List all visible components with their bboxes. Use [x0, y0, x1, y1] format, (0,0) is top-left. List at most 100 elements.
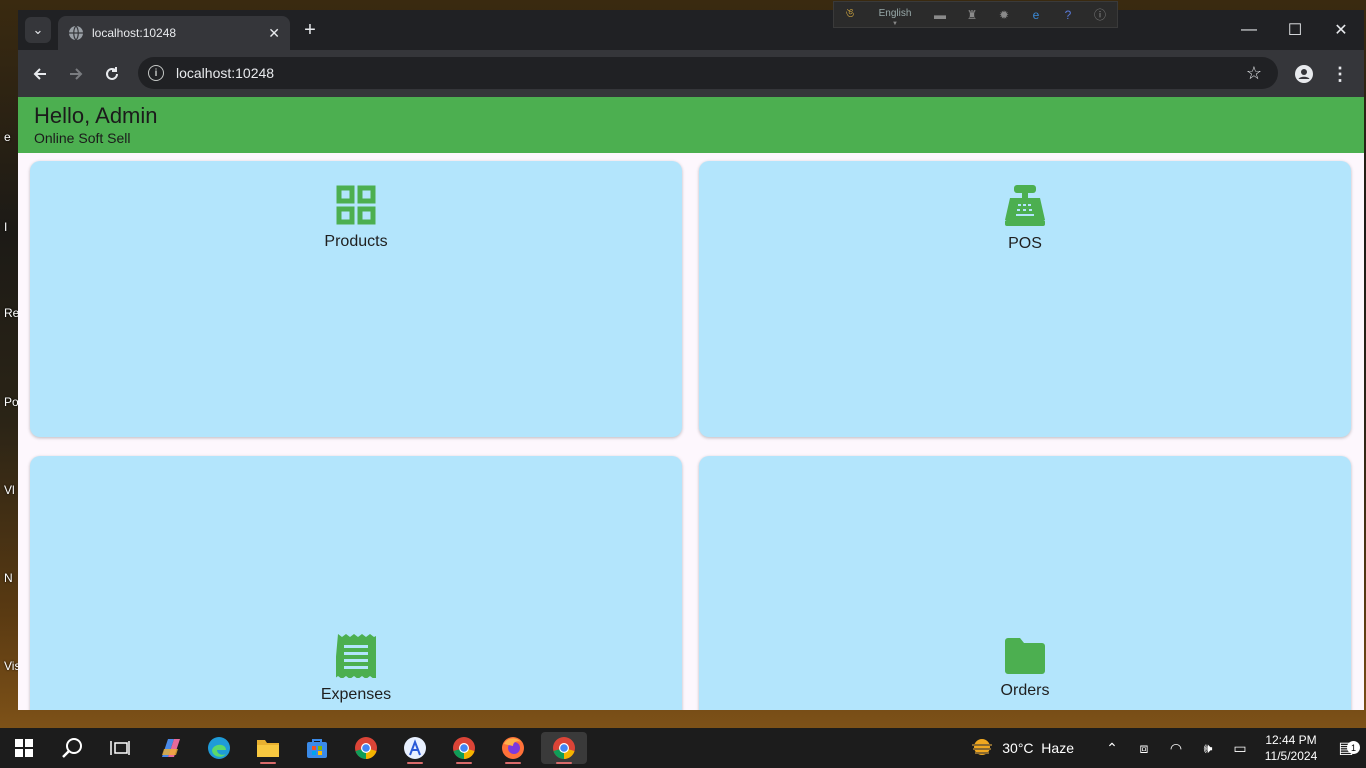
meet-now-icon[interactable]: ⧈ [1128, 740, 1160, 757]
globe-icon [68, 25, 84, 41]
ime-logo-icon[interactable]: ঙ [834, 5, 866, 25]
chrome-button[interactable] [444, 732, 484, 764]
close-icon: ✕ [1334, 22, 1348, 39]
minimize-button[interactable]: — [1226, 10, 1272, 50]
address-url: localhost:10248 [176, 65, 275, 81]
copilot-icon [162, 739, 180, 757]
greeting-title: Hello, Admin [34, 103, 158, 128]
close-window-button[interactable]: ✕ [1318, 10, 1364, 50]
firefox-icon [502, 737, 524, 759]
clock-date: 11/5/2024 [1264, 749, 1318, 763]
browser-tab[interactable]: localhost:10248 ✕ [58, 16, 290, 50]
desktop-icon-label[interactable]: N [4, 571, 13, 585]
windows-icon [15, 739, 33, 757]
wifi-icon[interactable]: ◠ [1160, 740, 1192, 757]
folder-icon [1005, 638, 1045, 674]
settings-icon[interactable]: ✹ [988, 8, 1020, 22]
expenses-card[interactable]: Expenses [30, 456, 682, 710]
kebab-menu-icon: ⋮ [1331, 63, 1349, 84]
reload-icon [106, 67, 118, 80]
card-label: Orders [1000, 682, 1050, 699]
minimize-icon: — [1241, 21, 1257, 38]
desktop-icon-label[interactable]: I [4, 220, 7, 234]
desktop-icon-label[interactable]: e [4, 130, 11, 144]
new-tab-button[interactable]: + [298, 18, 322, 42]
search-button[interactable] [52, 732, 92, 764]
grid-icon [336, 185, 376, 225]
desktop-icon-label[interactable]: Po [4, 395, 19, 409]
task-view-icon [110, 741, 130, 755]
copilot-button[interactable] [150, 732, 190, 764]
tab-search-button[interactable]: ⌄ [25, 17, 51, 43]
clock[interactable]: 12:44 PM 11/5/2024 [1256, 732, 1326, 764]
running-indicator [556, 762, 572, 764]
battery-icon[interactable]: ▭ [1224, 740, 1256, 757]
profile-icon [1295, 65, 1313, 83]
volume-icon[interactable]: 🕪 [1192, 740, 1224, 757]
forward-button[interactable] [62, 60, 90, 88]
profile-button[interactable] [1290, 60, 1318, 88]
tab-strip: ⌄ localhost:10248 ✕ + — ☐ ✕ [18, 10, 1364, 50]
weather-widget[interactable]: 30°C Haze [970, 737, 1074, 759]
ie-icon[interactable]: e [1020, 8, 1052, 22]
file-explorer-button[interactable] [248, 732, 288, 764]
browser-window: ⌄ localhost:10248 ✕ + — ☐ ✕ i localhost:… [18, 10, 1364, 710]
arrow-right-icon [70, 68, 83, 80]
app-subtitle: Online Soft Sell [34, 130, 131, 146]
browser-toolbar: i localhost:10248 ☆ ⋮ [18, 50, 1364, 97]
tab-title: localhost:10248 [92, 26, 177, 40]
ime-language-bar[interactable]: ঙ English ▼ ▬ ♜ ✹ e ? ⓘ [833, 1, 1118, 28]
store-icon [307, 739, 327, 758]
store-button[interactable] [297, 732, 337, 764]
card-label: Products [324, 233, 388, 250]
chevron-up-icon[interactable]: ⌃ [1096, 740, 1128, 757]
firefox-button[interactable] [493, 732, 533, 764]
ime-language-select[interactable]: English ▼ [866, 3, 924, 27]
arrow-left-icon [33, 68, 46, 80]
pos-card[interactable]: POS [699, 161, 1351, 437]
menu-button[interactable]: ⋮ [1326, 60, 1354, 88]
search-icon [62, 738, 82, 758]
maximize-button[interactable]: ☐ [1272, 10, 1318, 50]
app-bar: Hello, Admin Online Soft Sell [18, 97, 1364, 153]
desktop-icon-label[interactable]: Vl [4, 483, 15, 497]
running-indicator [407, 762, 423, 764]
haze-icon [972, 739, 993, 755]
bookmark-star-icon[interactable]: ☆ [1246, 63, 1262, 84]
receipt-icon [336, 634, 376, 678]
back-button[interactable] [26, 60, 54, 88]
address-bar[interactable]: i localhost:10248 ☆ [138, 57, 1278, 89]
chevron-down-icon: ⌄ [32, 22, 44, 37]
card-label: POS [1008, 235, 1042, 252]
notification-count-badge: 1 [1347, 741, 1360, 754]
window-controls: — ☐ ✕ [1226, 10, 1364, 50]
start-button[interactable] [4, 732, 44, 764]
task-view-button[interactable] [100, 732, 140, 764]
tool-icon[interactable]: ♜ [956, 8, 988, 22]
help-icon[interactable]: ? [1052, 8, 1084, 22]
ime-language-label: English [878, 7, 912, 19]
running-indicator [260, 762, 276, 764]
chrome-icon [355, 737, 377, 759]
chrome-button[interactable] [346, 732, 386, 764]
chrome-button-active[interactable] [541, 732, 587, 764]
clock-time: 12:44 PM [1265, 733, 1317, 747]
edge-icon [208, 737, 230, 759]
maximize-icon: ☐ [1287, 22, 1303, 39]
notifications-button[interactable]: ▤ 1 [1326, 738, 1366, 758]
app-button[interactable] [395, 732, 435, 764]
site-info-icon[interactable]: i [148, 65, 164, 81]
reload-button[interactable] [98, 60, 126, 88]
taskbar: 30°C Haze ⌃ ⧈ ◠ 🕪 ▭ 12:44 PM 11/5/2024 ▤… [0, 728, 1366, 768]
products-card[interactable]: Products [30, 161, 682, 437]
running-indicator [456, 762, 472, 764]
app-a-icon [404, 737, 426, 759]
edge-button[interactable] [199, 732, 239, 764]
folder-icon [257, 740, 279, 757]
weather-text: 30°C Haze [1002, 740, 1074, 756]
info-icon[interactable]: ⓘ [1084, 6, 1116, 23]
keyboard-icon[interactable]: ▬ [924, 8, 956, 22]
close-tab-icon[interactable]: ✕ [268, 25, 280, 42]
orders-card[interactable]: Orders [699, 456, 1351, 710]
chevron-down-icon: ▼ [892, 20, 898, 27]
